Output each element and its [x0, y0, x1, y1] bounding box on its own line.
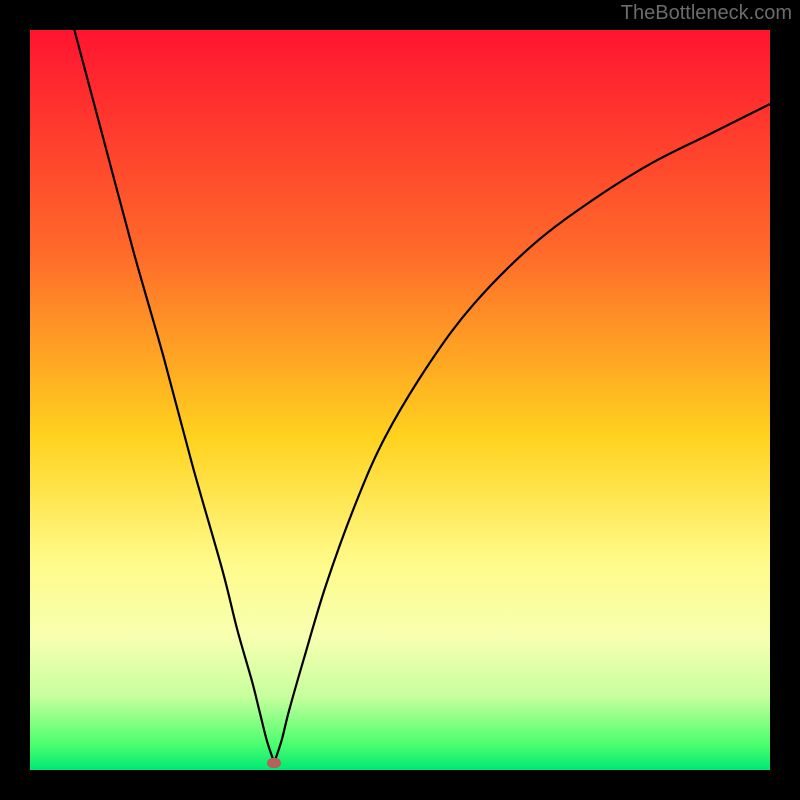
- curve-layer: [30, 30, 770, 770]
- bottleneck-marker: [267, 758, 281, 768]
- curve-right-branch: [274, 104, 770, 763]
- plot-area: [30, 30, 770, 770]
- curve-left-branch: [74, 30, 274, 763]
- chart-frame: TheBottleneck.com: [0, 0, 800, 800]
- watermark-text: TheBottleneck.com: [621, 2, 792, 25]
